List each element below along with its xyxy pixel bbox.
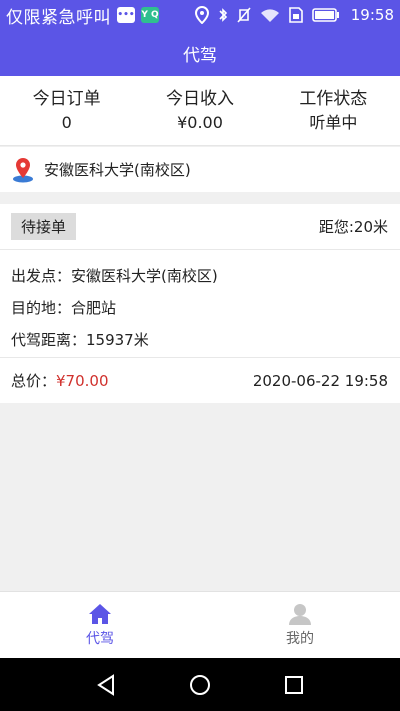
order-distance: 距您:20米 bbox=[318, 218, 388, 236]
price-value: ¥70.00 bbox=[56, 372, 109, 390]
order-card-footer: 总价：¥70.00 2020-06-22 19:58 bbox=[0, 358, 400, 403]
home-icon bbox=[89, 603, 111, 624]
vibrate-mute-icon bbox=[237, 7, 251, 23]
order-card-header: 待接单 距您:20米 bbox=[0, 204, 400, 250]
stat-label: 今日收入 bbox=[165, 88, 234, 109]
recent-apps-icon[interactable] bbox=[284, 675, 304, 695]
location-text: 安徽医科大学(南校区) bbox=[44, 161, 191, 179]
status-badge: 待接单 bbox=[11, 213, 77, 240]
bottom-tab-bar: 代驾 我的 bbox=[0, 591, 400, 658]
system-nav-bar bbox=[0, 658, 400, 711]
bluetooth-icon bbox=[219, 8, 227, 22]
app-notification-icon: Y Q bbox=[141, 7, 159, 23]
stat-today-orders: 今日订单 0 bbox=[0, 87, 133, 135]
order-drive-distance: 代驾距离：15937米 bbox=[11, 331, 149, 349]
page-title: 代驾 bbox=[183, 45, 217, 66]
stat-value: 听单中 bbox=[309, 112, 358, 132]
wifi-icon bbox=[260, 8, 279, 22]
order-origin: 出发点：安徽医科大学(南校区) bbox=[11, 267, 218, 285]
stat-value: 0 bbox=[61, 112, 72, 132]
battery-icon bbox=[311, 8, 339, 22]
tab-label: 代驾 bbox=[86, 630, 114, 647]
stats-panel: 今日订单 0 今日收入 ¥0.00 工作状态 听单中 bbox=[0, 76, 400, 146]
order-card-body: 出发点：安徽医科大学(南校区) 目的地：合肥站 代驾距离：15937米 bbox=[0, 250, 400, 358]
user-icon bbox=[289, 603, 311, 625]
stat-value: ¥0.00 bbox=[177, 112, 223, 132]
tab-mine[interactable]: 我的 bbox=[200, 592, 400, 658]
current-location[interactable]: 安徽医科大学(南校区) bbox=[0, 147, 400, 192]
back-icon[interactable] bbox=[96, 673, 116, 696]
tab-driving[interactable]: 代驾 bbox=[0, 592, 200, 658]
tab-label: 我的 bbox=[286, 630, 314, 647]
location-pin-icon bbox=[13, 157, 33, 182]
app-bar: 代驾 bbox=[0, 30, 400, 76]
order-time: 2020-06-22 19:58 bbox=[252, 371, 388, 390]
location-icon bbox=[194, 6, 209, 24]
stat-work-status[interactable]: 工作状态 听单中 bbox=[267, 87, 400, 135]
carrier-text: 仅限紧急呼叫 bbox=[6, 7, 111, 28]
price-label: 总价： bbox=[11, 372, 57, 390]
chat-bubble-icon: ••• bbox=[117, 7, 135, 23]
order-card[interactable]: 待接单 距您:20米 出发点：安徽医科大学(南校区) 目的地：合肥站 代驾距离：… bbox=[0, 204, 400, 403]
price-row: 总价：¥70.00 bbox=[11, 370, 109, 391]
sim-card-icon bbox=[288, 7, 303, 23]
home-circle-icon[interactable] bbox=[189, 674, 211, 696]
clock: 19:58 bbox=[350, 6, 394, 24]
order-destination: 目的地：合肥站 bbox=[11, 299, 117, 317]
stat-today-income: 今日收入 ¥0.00 bbox=[133, 87, 266, 135]
stat-label: 今日订单 bbox=[32, 88, 101, 109]
stat-label: 工作状态 bbox=[299, 88, 368, 109]
status-bar: 仅限紧急呼叫 ••• Y Q 19:58 bbox=[0, 0, 400, 30]
